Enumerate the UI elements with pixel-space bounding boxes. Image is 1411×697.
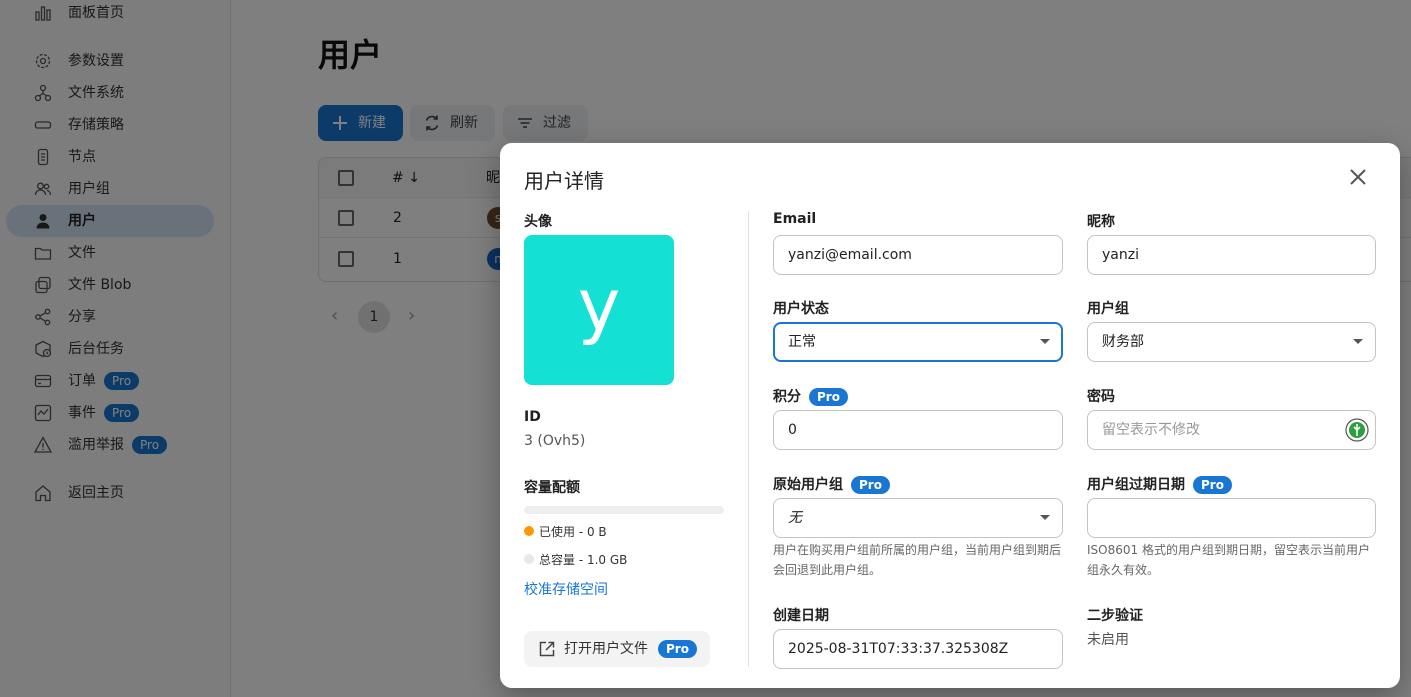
- open-user-files-button[interactable]: 打开用户文件 Pro: [524, 631, 710, 667]
- status-value: 正常: [788, 334, 816, 350]
- created-date-field[interactable]: 2025-08-31T07:33:37.325308Z: [773, 629, 1063, 669]
- created-label: 创建日期: [773, 608, 829, 624]
- user-details-dialog: 用户详情 头像 y ID 3 (Ovh5) 容量配额 已使用 - 0 B 总容量…: [500, 143, 1400, 688]
- nickname-label: 昵称: [1087, 214, 1115, 230]
- column-divider: [748, 211, 749, 667]
- original-group-value: 无: [788, 510, 802, 526]
- status-label: 用户状态: [773, 301, 829, 317]
- points-label: 积分 Pro: [773, 386, 848, 406]
- avatar-label: 头像: [524, 214, 552, 230]
- email-field[interactable]: yanzi@email.com: [773, 235, 1063, 275]
- pro-badge: Pro: [1193, 476, 1232, 494]
- used-text: 已使用 - 0 B: [539, 525, 607, 539]
- group-expires-helper: ISO8601 格式的用户组到期日期，留空表示当前用户组永久有效。: [1087, 543, 1370, 577]
- email-value: yanzi@email.com: [788, 247, 912, 263]
- open-user-files-label: 打开用户文件: [564, 641, 648, 657]
- points-value: 0: [788, 422, 797, 438]
- pro-badge: Pro: [809, 388, 848, 406]
- chevron-down-icon: [1040, 339, 1050, 344]
- email-label: Email: [773, 211, 817, 227]
- group-expires-label: 用户组过期日期 Pro: [1087, 474, 1232, 494]
- id-value: 3 (Ovh5): [524, 433, 586, 449]
- quota-label: 容量配额: [524, 480, 580, 496]
- group-expires-field[interactable]: [1087, 498, 1376, 538]
- nickname-value: yanzi: [1102, 247, 1139, 263]
- two-factor-label: 二步验证: [1087, 608, 1143, 624]
- chevron-down-icon: [1040, 515, 1050, 520]
- group-label: 用户组: [1087, 301, 1129, 317]
- pro-badge: Pro: [658, 640, 697, 658]
- nickname-field[interactable]: yanzi: [1087, 235, 1376, 275]
- password-field[interactable]: 留空表示不修改: [1087, 410, 1376, 450]
- group-value: 财务部: [1102, 334, 1144, 350]
- id-label: ID: [524, 409, 541, 425]
- original-group-helper: 用户在购买用户组前所属的用户组，当前用户组到期后会回退到此用户组。: [773, 543, 1062, 577]
- created-value: 2025-08-31T07:33:37.325308Z: [788, 641, 1009, 657]
- pro-badge: Pro: [851, 476, 890, 494]
- password-label: 密码: [1087, 389, 1115, 405]
- quota-progress-bar: [524, 506, 724, 514]
- external-link-icon: [538, 640, 556, 658]
- dialog-title: 用户详情: [524, 169, 604, 193]
- recalculate-storage-link[interactable]: 校准存储空间: [524, 579, 608, 599]
- original-group-label: 原始用户组 Pro: [773, 474, 890, 494]
- avatar: y: [524, 235, 674, 385]
- original-group-select[interactable]: 无: [773, 498, 1063, 538]
- password-placeholder: 留空表示不修改: [1102, 422, 1200, 438]
- close-icon: [1344, 169, 1372, 195]
- total-legend-dot: [524, 554, 534, 564]
- password-manager-icon[interactable]: [1345, 418, 1369, 442]
- group-select[interactable]: 财务部: [1087, 322, 1376, 362]
- status-select[interactable]: 正常: [773, 322, 1063, 362]
- total-text: 总容量 - 1.0 GB: [539, 553, 628, 567]
- used-legend-dot: [524, 526, 534, 536]
- two-factor-value: 未启用: [1087, 632, 1129, 648]
- chevron-down-icon: [1353, 339, 1363, 344]
- points-field[interactable]: 0: [773, 410, 1063, 450]
- close-button[interactable]: [1344, 163, 1372, 191]
